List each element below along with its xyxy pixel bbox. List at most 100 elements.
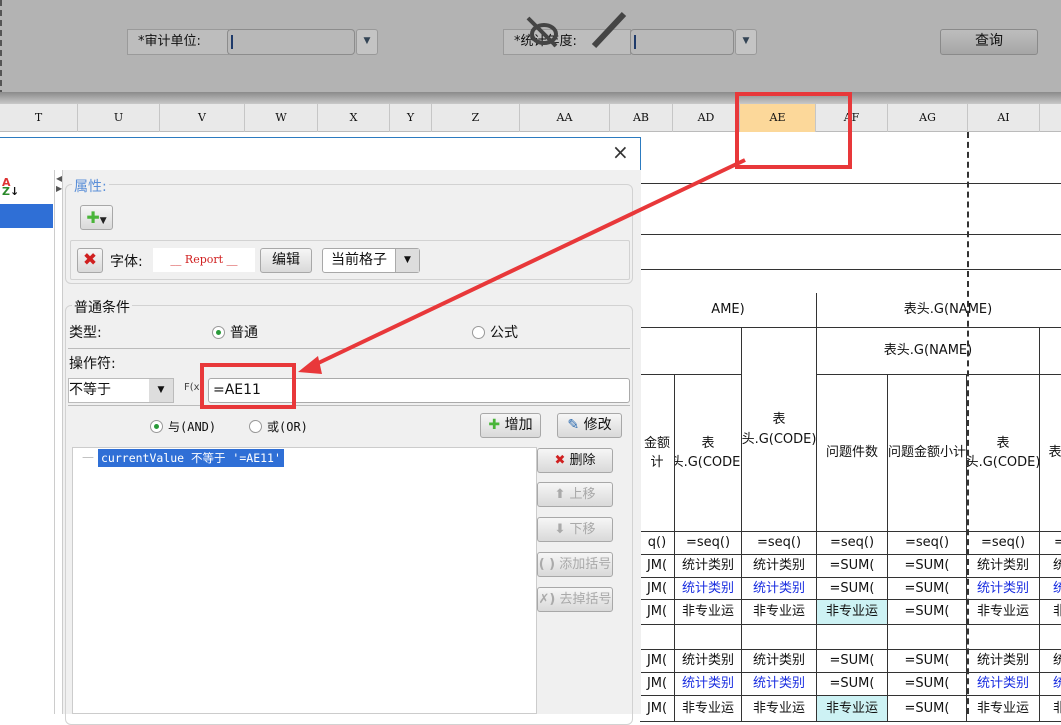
sheet-cell[interactable]: JM( (640, 673, 675, 696)
spreadsheet-grid[interactable]: AME)表头.G(NAME)表头.G(CODE)表头.G(NAME)金额计表头.… (640, 132, 1061, 722)
sheet-cell[interactable]: 非专业运 (742, 600, 817, 625)
sheet-cell[interactable]: 非专业运 (675, 696, 742, 722)
sheet-cell[interactable]: q() (640, 532, 675, 555)
header-cell[interactable]: 金额计 (640, 375, 675, 532)
sheet-cell[interactable]: =SUM( (888, 673, 967, 696)
sheet-cell[interactable]: 统计类别 (967, 673, 1040, 696)
sheet-cell[interactable]: =SUM( (817, 578, 888, 600)
header-cell[interactable]: 表头.G(NAME) (817, 293, 1061, 328)
column-header-Z[interactable]: Z (432, 104, 520, 132)
column-header-V[interactable]: V (160, 104, 245, 132)
sheet-cell[interactable]: 统计类别 (742, 555, 817, 578)
column-header-T[interactable]: T (0, 104, 78, 132)
sheet-cell[interactable]: =seq() (967, 532, 1040, 555)
sheet-cell[interactable]: 非专业运 (742, 696, 817, 722)
column-header-AA[interactable]: AA (520, 104, 610, 132)
sort-az-icon[interactable]: A Z↓ (2, 177, 19, 197)
type-radio-formula[interactable]: 公式 (472, 322, 518, 342)
move-down-button[interactable]: ⬇ 下移 (537, 517, 613, 542)
stat-year-input[interactable] (630, 29, 734, 55)
sheet-cell[interactable]: 统 (1040, 650, 1061, 673)
sheet-cell[interactable]: =SUM( (888, 696, 967, 722)
sheet-cell[interactable]: =seq() (675, 532, 742, 555)
sheet-cell[interactable]: =SUM( (888, 600, 967, 625)
sheet-cell[interactable]: =seq() (888, 532, 967, 555)
sheet-cell[interactable]: JM( (640, 555, 675, 578)
sheet-cell[interactable]: 统计类别 (675, 578, 742, 600)
stat-year-dropdown[interactable]: ▼ (735, 29, 757, 55)
sheet-cell[interactable]: =SUM( (888, 578, 967, 600)
sheet-cell[interactable]: =SUM( (817, 650, 888, 673)
sheet-cell[interactable]: 统计类别 (967, 650, 1040, 673)
sheet-cell[interactable]: 非 (1040, 696, 1061, 722)
add-property-button[interactable]: ✚▼ (80, 205, 113, 230)
header-cell[interactable]: AME) (640, 293, 817, 328)
sheet-cell[interactable]: 统计类别 (967, 578, 1040, 600)
header-cell[interactable]: 表C (1040, 375, 1061, 532)
sheet-cell[interactable]: 非专业运 (675, 600, 742, 625)
audit-unit-input[interactable] (227, 29, 355, 55)
sheet-cell[interactable]: JM( (640, 696, 675, 722)
header-cell[interactable] (1040, 328, 1061, 375)
sheet-cell[interactable] (817, 625, 888, 650)
logic-radio-or[interactable]: 或(OR) (249, 418, 308, 435)
sheet-cell[interactable]: 非专业运 (817, 696, 888, 722)
sheet-cell[interactable] (640, 625, 675, 650)
header-cell[interactable]: 表头.G(CODE) (967, 375, 1040, 532)
audit-unit-dropdown[interactable]: ▼ (356, 29, 378, 55)
column-header-Y[interactable]: Y (390, 104, 432, 132)
column-header-AD[interactable]: AD (673, 104, 740, 132)
sheet-cell[interactable] (967, 625, 1040, 650)
delete-font-button[interactable]: ✖ (77, 248, 103, 273)
modify-condition-button[interactable]: ✎ 修改 (557, 413, 622, 438)
column-header-X[interactable]: X (318, 104, 390, 132)
sheet-cell[interactable]: 非专业运 (967, 600, 1040, 625)
condition-item[interactable]: currentValue 不等于 '=AE11' (98, 449, 284, 467)
sheet-cell[interactable]: JM( (640, 578, 675, 600)
add-condition-button[interactable]: ✚ 增加 (480, 413, 541, 438)
logic-radio-and[interactable]: 与(AND) (150, 418, 216, 435)
selected-attribute-item[interactable] (0, 204, 53, 228)
sheet-cell[interactable]: 统计类别 (742, 650, 817, 673)
header-cell[interactable]: 表头.G(CODE) (675, 375, 742, 532)
sheet-cell[interactable]: =SUM( (817, 673, 888, 696)
move-up-button[interactable]: ⬆ 上移 (537, 482, 613, 507)
remove-bracket-button[interactable]: ✗) 去掉括号 (537, 587, 613, 612)
type-radio-normal[interactable]: 普通 (212, 322, 258, 342)
sheet-cell[interactable]: =SUM( (888, 650, 967, 673)
sheet-cell[interactable]: 统计类别 (675, 673, 742, 696)
header-cell[interactable]: 问题件数 (817, 375, 888, 532)
splitter[interactable] (0, 92, 1061, 104)
header-cell[interactable]: 问题金额小计 (888, 375, 967, 532)
sheet-cell[interactable]: 统计类别 (967, 555, 1040, 578)
condition-list[interactable] (72, 447, 537, 714)
sheet-cell[interactable]: 非专业运 (967, 696, 1040, 722)
edit-font-button[interactable]: 编辑 (260, 248, 312, 273)
sheet-cell[interactable]: 统计类别 (675, 650, 742, 673)
scope-select[interactable]: 当前格子 ▼ (322, 248, 420, 273)
sheet-cell[interactable]: 非专业运 (817, 600, 888, 625)
header-cell[interactable] (640, 328, 742, 375)
sheet-cell[interactable]: 统 (1040, 578, 1061, 600)
column-header-U[interactable]: U (78, 104, 160, 132)
sheet-cell[interactable]: 非 (1040, 600, 1061, 625)
close-icon[interactable]: × (612, 140, 629, 164)
query-button[interactable]: 查询 (940, 29, 1038, 55)
sheet-cell[interactable]: =SUM( (888, 555, 967, 578)
sheet-cell[interactable]: JM( (640, 650, 675, 673)
column-header-AG[interactable]: AG (888, 104, 968, 132)
column-header-AI[interactable]: AI (968, 104, 1040, 132)
sheet-cell[interactable]: =seq() (817, 532, 888, 555)
sheet-cell[interactable]: 统 (1040, 673, 1061, 696)
sheet-cell[interactable]: 统计类别 (742, 673, 817, 696)
sheet-cell[interactable]: JM( (640, 600, 675, 625)
header-cell[interactable]: 表头.G(NAME) (817, 328, 1040, 375)
header-cell[interactable]: 表头.G(CODE) (742, 328, 817, 532)
sheet-cell[interactable] (888, 625, 967, 650)
sheet-cell[interactable]: 统计类别 (742, 578, 817, 600)
sheet-cell[interactable] (742, 625, 817, 650)
column-header-AB[interactable]: AB (610, 104, 673, 132)
operator-select[interactable]: 不等于 ▼ (68, 378, 174, 403)
sheet-cell[interactable]: 统 (1040, 555, 1061, 578)
sheet-cell[interactable]: = (1040, 532, 1061, 555)
